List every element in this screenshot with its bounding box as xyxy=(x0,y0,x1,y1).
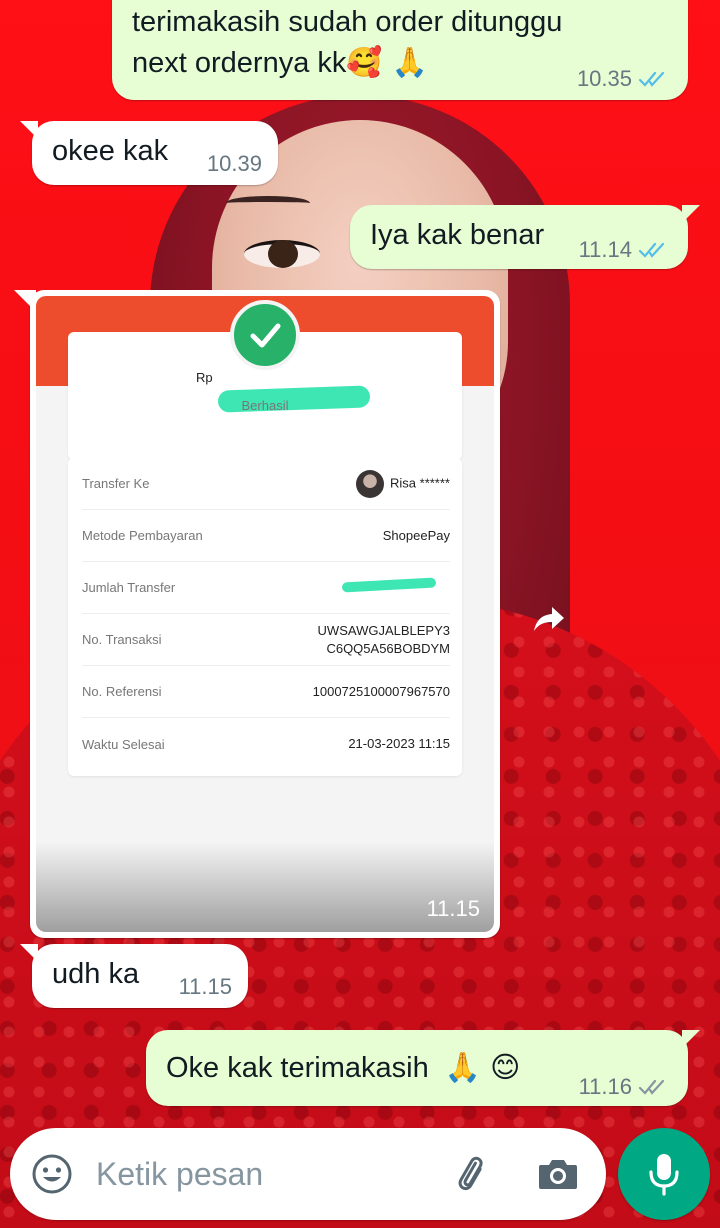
receipt-row-completed-time: Waktu Selesai 21-03-2023 11:15 xyxy=(82,736,450,752)
message-outgoing[interactable]: terimakasih sudah order ditunggu next or… xyxy=(112,0,688,100)
message-time: 11.15 xyxy=(426,896,480,921)
message-emoji: 🙏 😊 xyxy=(444,1050,521,1084)
receipt-details-card: Transfer Ke Risa ****** Metode Pembayara… xyxy=(68,458,462,776)
message-incoming[interactable]: okee kak 10.39 xyxy=(20,121,278,185)
double-tick-icon xyxy=(638,242,665,258)
receipt-row-transfer-to: Transfer Ke Risa ****** xyxy=(82,458,450,510)
receipt-row-payment-method: Metode Pembayaran ShopeePay xyxy=(82,510,450,562)
message-text-line-2: next ordernya kk xyxy=(132,47,347,79)
message-time: 10.35 xyxy=(576,66,632,91)
message-outgoing[interactable]: Oke kak terimakasih 🙏 😊 11.16 xyxy=(146,1030,700,1106)
message-time: 10.39 xyxy=(206,151,262,176)
camera-icon xyxy=(539,1160,577,1189)
message-outgoing[interactable]: Iya kak benar 11.14 xyxy=(350,205,700,269)
receipt-row-transfer-amount: Jumlah Transfer xyxy=(82,562,450,614)
mic-icon xyxy=(649,1154,679,1196)
message-text: Oke kak terimakasih xyxy=(166,1052,429,1084)
double-tick-icon xyxy=(638,71,665,87)
message-incoming[interactable]: udh ka 11.15 xyxy=(20,944,248,1008)
receipt-row-reference-no: No. Referensi 1000725100007967570 xyxy=(82,666,450,718)
message-composer xyxy=(10,1128,606,1220)
receipt-status: Berhasil xyxy=(241,398,289,413)
message-text: Iya kak benar xyxy=(370,219,545,251)
forward-button[interactable] xyxy=(522,592,576,646)
avatar xyxy=(356,469,385,498)
camera-button[interactable] xyxy=(534,1152,582,1196)
message-time: 11.14 xyxy=(578,237,632,262)
attach-button[interactable] xyxy=(446,1150,494,1198)
message-time: 11.16 xyxy=(578,1074,632,1099)
receipt-row-transaction-no: No. Transaksi UWSAWGJALBLEPY3 C6QQ5A56BO… xyxy=(82,614,450,666)
double-tick-icon xyxy=(638,1079,665,1095)
message-time: 11.15 xyxy=(178,974,232,999)
message-text: okee kak xyxy=(52,135,169,167)
voice-record-button[interactable] xyxy=(618,1128,710,1220)
emoji-button[interactable] xyxy=(28,1150,76,1198)
check-icon xyxy=(230,300,300,370)
message-text: udh ka xyxy=(52,958,140,990)
emoji-icon xyxy=(32,1154,72,1194)
receipt-amount-prefix: Rp xyxy=(196,370,213,385)
message-image-receipt[interactable]: Rp Berhasil Transfer Ke Risa ****** Meto… xyxy=(14,290,500,938)
redaction-mark xyxy=(341,577,437,593)
message-input[interactable] xyxy=(96,1152,426,1196)
message-text-line-1: terimakasih sudah order ditunggu xyxy=(132,6,563,38)
forward-icon xyxy=(534,607,564,631)
receipt-image[interactable]: Rp Berhasil Transfer Ke Risa ****** Meto… xyxy=(36,296,494,932)
attach-icon xyxy=(458,1156,483,1191)
message-emoji: 🥰 🙏 xyxy=(346,45,428,79)
